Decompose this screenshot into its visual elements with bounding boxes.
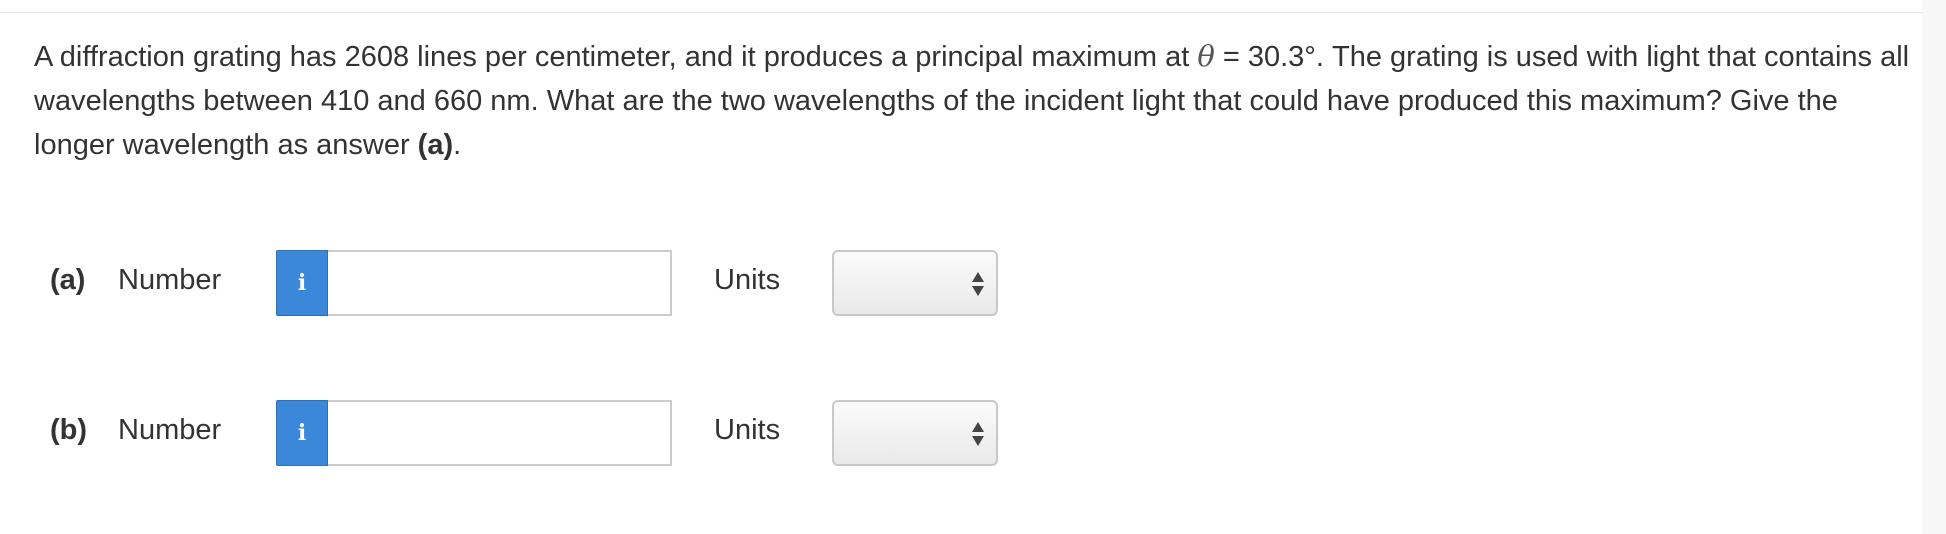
units-select-b[interactable]: [832, 400, 998, 466]
arrow-down-icon: [972, 286, 984, 296]
info-glyph-b: i: [297, 420, 307, 446]
info-icon[interactable]: i: [276, 400, 328, 466]
part-label-a: (a): [50, 264, 86, 296]
arrow-down-icon: [972, 436, 984, 446]
units-label-b: Units: [714, 414, 781, 446]
number-label-b: Number: [118, 414, 222, 446]
question-text-part1: A diffraction grating has 2608 lines per…: [34, 41, 1198, 73]
number-input-a[interactable]: [328, 250, 672, 316]
number-label-a: Number: [118, 264, 222, 296]
question-text-part4: .: [453, 129, 462, 161]
right-gutter: [1922, 0, 1946, 534]
number-input-b[interactable]: [328, 400, 672, 466]
units-select-a[interactable]: [832, 250, 998, 316]
page: A diffraction grating has 2608 lines per…: [0, 0, 1946, 534]
arrow-up-icon: [972, 422, 984, 432]
theta-symbol: θ: [1197, 39, 1215, 73]
up-down-arrows-icon: [972, 272, 984, 298]
top-divider: [0, 12, 1922, 13]
info-icon[interactable]: i: [276, 250, 328, 316]
answer-row-b: (b) Number i Units: [50, 400, 1010, 466]
up-down-arrows-icon: [972, 422, 984, 448]
question-answer-ref: (a): [417, 129, 454, 161]
info-glyph-a: i: [297, 270, 307, 296]
answer-row-a: (a) Number i Units: [50, 250, 1010, 316]
arrow-up-icon: [972, 272, 984, 282]
part-label-b: (b): [50, 414, 88, 446]
question-text: A diffraction grating has 2608 lines per…: [34, 34, 1914, 167]
units-label-a: Units: [714, 264, 781, 296]
